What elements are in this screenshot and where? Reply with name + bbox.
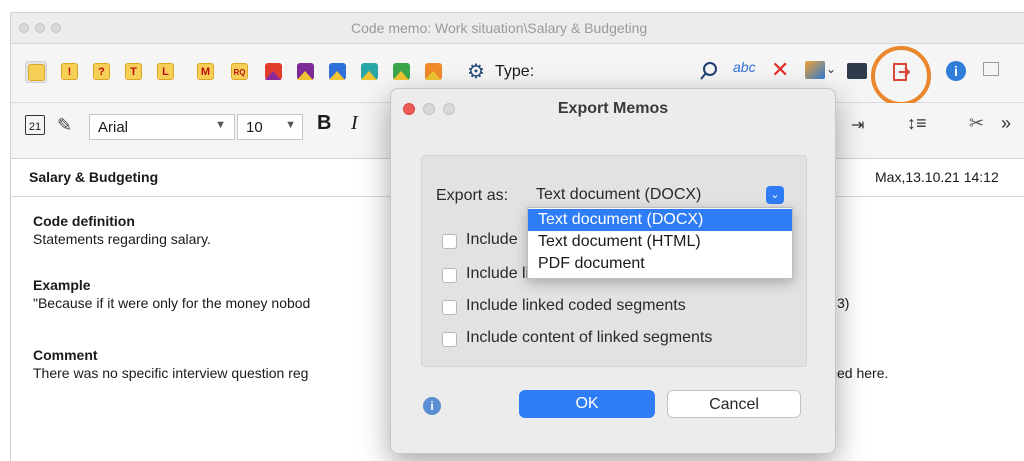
green-flag-icon[interactable] xyxy=(393,63,410,80)
section-heading: Example xyxy=(33,277,91,293)
chevron-down-icon: ▼ xyxy=(215,119,226,131)
section-text: Statements regarding salary. xyxy=(33,231,211,247)
red-purple-flag-icon[interactable] xyxy=(265,63,282,80)
menu-option-html[interactable]: Text document (HTML) xyxy=(528,231,792,253)
info-icon[interactable]: i xyxy=(946,61,966,81)
brush-icon[interactable]: ✎ xyxy=(57,115,72,136)
zoom-window-button[interactable] xyxy=(51,23,61,33)
more-icon[interactable]: » xyxy=(1001,113,1011,134)
include-content-linked-segments-label: Include content of linked segments xyxy=(466,329,713,346)
calendar-icon[interactable]: 21 xyxy=(25,115,45,135)
indent-icon[interactable]: ⇥ xyxy=(851,115,864,135)
m-memo-icon[interactable]: M xyxy=(197,63,214,80)
memo-yellow-icon xyxy=(28,64,45,81)
window-titlebar: Code memo: Work situation\Salary & Budge… xyxy=(11,13,1024,44)
memo-yellow-icon-wrap[interactable] xyxy=(25,61,47,83)
include-checkbox[interactable] xyxy=(442,234,457,249)
export-format-select[interactable]: Text document (DOCX) ⌄ xyxy=(528,182,786,208)
l-memo-icon[interactable]: L xyxy=(157,63,174,80)
memo-meta: Max,13.10.21 14:12 xyxy=(875,169,999,185)
export-format-value: Text document (DOCX) xyxy=(536,186,702,203)
export-icon[interactable] xyxy=(891,62,911,82)
export-as-label: Export as: xyxy=(436,187,509,204)
menu-option-docx[interactable]: Text document (DOCX) xyxy=(528,209,792,231)
gear-icon[interactable]: ⚙ xyxy=(467,59,485,84)
delete-icon[interactable]: ✕ xyxy=(771,57,789,83)
include-content-linked-segments-checkbox[interactable] xyxy=(442,332,457,347)
section-heading: Code definition xyxy=(33,213,135,229)
section-text: "Because if it were only for the money n… xyxy=(33,295,311,311)
orange-flag-icon[interactable] xyxy=(425,63,442,80)
window-icon[interactable] xyxy=(983,62,999,76)
line-spacing-icon[interactable]: ↕≡ xyxy=(907,113,927,134)
font-select[interactable]: Arial ▼ xyxy=(89,114,235,140)
exclamation-memo-icon[interactable]: ! xyxy=(61,63,78,80)
bold-button[interactable]: B xyxy=(317,112,331,135)
scissors-icon[interactable]: ✂ xyxy=(969,113,984,134)
t-memo-icon[interactable]: T xyxy=(125,63,142,80)
search-icon[interactable] xyxy=(699,60,721,82)
ok-button[interactable]: OK xyxy=(519,390,655,418)
image-icon[interactable] xyxy=(805,61,825,79)
chevron-down-icon[interactable]: ⌄ xyxy=(766,186,784,204)
rq-memo-icon[interactable]: RQ xyxy=(231,63,248,80)
chevron-down-icon: ▼ xyxy=(285,119,296,131)
section-text-tail: 3) xyxy=(837,295,850,311)
export-memos-dialog: Export Memos Export as: Text document (D… xyxy=(390,88,836,454)
italic-button[interactable]: I xyxy=(351,112,358,135)
section-text: There was no specific interview question… xyxy=(33,365,309,381)
include-linked-codes-checkbox[interactable] xyxy=(442,268,457,283)
chevron-down-icon[interactable]: ⌄ xyxy=(826,62,836,76)
close-window-button[interactable] xyxy=(19,23,29,33)
export-format-menu: Text document (DOCX) Text document (HTML… xyxy=(527,207,793,279)
include-label: Include xyxy=(466,231,518,248)
include-linked-coded-segments-label: Include linked coded segments xyxy=(466,297,686,314)
cancel-button[interactable]: Cancel xyxy=(667,390,801,418)
type-label: Type: xyxy=(495,63,535,80)
size-select[interactable]: 10 ▼ xyxy=(237,114,303,140)
size-select-value: 10 xyxy=(246,119,263,136)
dialog-title: Export Memos xyxy=(557,100,669,117)
window-title: Code memo: Work situation\Salary & Budge… xyxy=(351,20,648,36)
section-text-tail: ed here. xyxy=(837,365,889,381)
purple-yellow-flag-icon[interactable] xyxy=(297,63,314,80)
teal-flag-icon[interactable] xyxy=(361,63,378,80)
spellcheck-icon[interactable]: abc xyxy=(733,59,756,75)
menu-option-pdf[interactable]: PDF document xyxy=(528,253,792,275)
section-heading: Comment xyxy=(33,347,98,363)
include-linked-coded-segments-checkbox[interactable] xyxy=(442,300,457,315)
font-select-value: Arial xyxy=(98,119,129,136)
question-memo-icon[interactable]: ? xyxy=(93,63,110,80)
memo-title: Salary & Budgeting xyxy=(29,169,159,185)
print-icon[interactable] xyxy=(847,63,867,79)
info-icon[interactable]: i xyxy=(423,397,441,415)
minimize-window-button[interactable] xyxy=(35,23,45,33)
blue-flag-icon[interactable] xyxy=(329,63,346,80)
